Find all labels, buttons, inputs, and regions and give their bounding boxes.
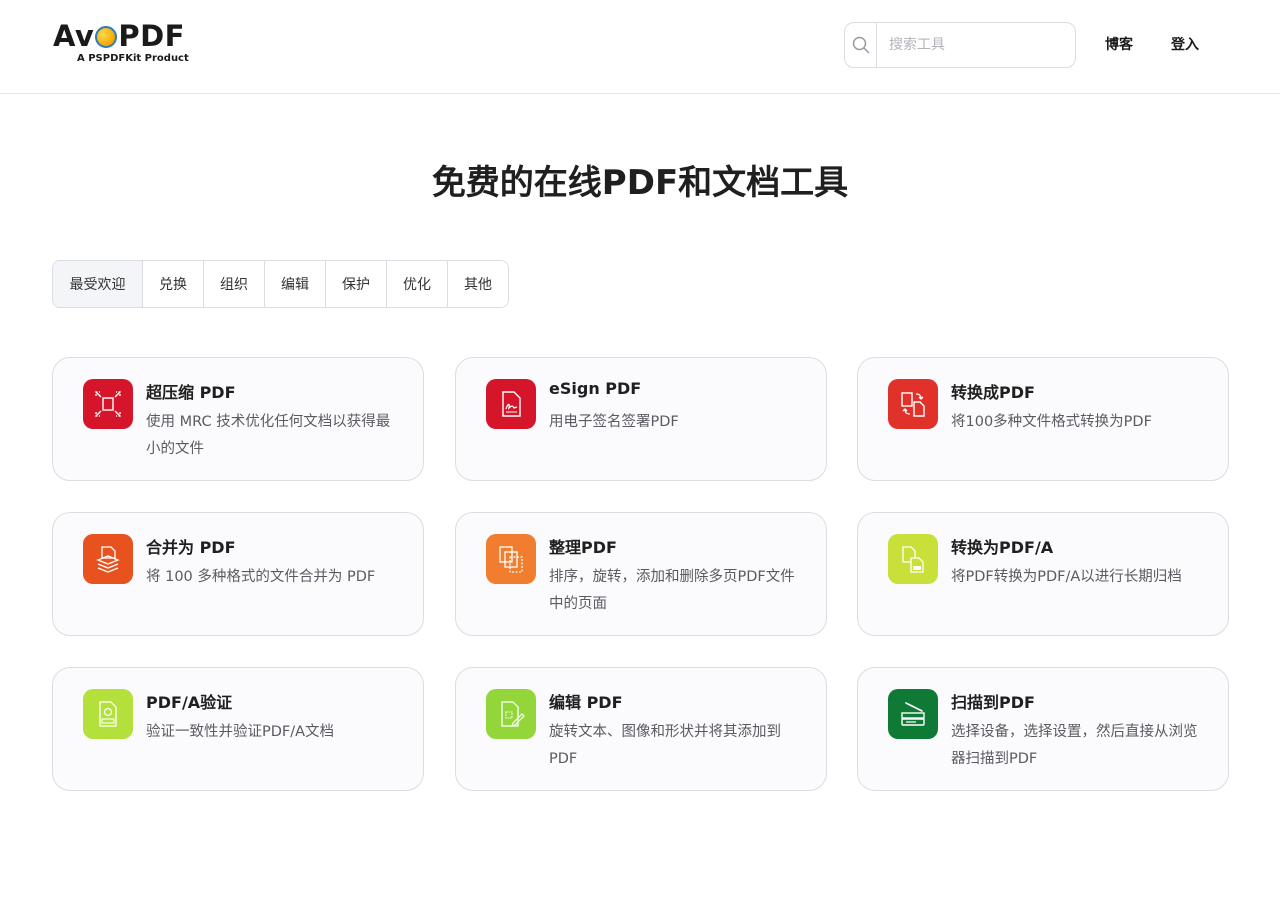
- tab-convert[interactable]: 兑换: [143, 261, 204, 307]
- tab-organize[interactable]: 组织: [204, 261, 265, 307]
- tool-card-esign[interactable]: eSign PDF 用电子签名签署PDF: [455, 357, 827, 481]
- card-description: 选择设备，选择设置，然后直接从浏览器扫描到PDF: [951, 724, 1198, 767]
- tab-edit[interactable]: 编辑: [265, 261, 326, 307]
- pdfa-validate-icon: [83, 689, 133, 739]
- tool-card-convert-to-pdf[interactable]: 转换成PDF 将100多种文件格式转换为PDF: [857, 357, 1229, 481]
- card-title: eSign PDF: [549, 379, 642, 398]
- card-description: 将100多种文件格式转换为PDF: [951, 414, 1152, 430]
- card-description: 验证一致性并验证PDF/A文档: [146, 724, 335, 740]
- tab-other[interactable]: 其他: [448, 261, 508, 307]
- tool-card-scan[interactable]: 扫描到PDF 选择设备，选择设置，然后直接从浏览器扫描到PDF: [857, 667, 1229, 791]
- card-description: 使用 MRC 技术优化任何文档以获得最小的文件: [146, 414, 391, 457]
- site-header: Av PDF A PSPDFKit Product 博客 登入: [0, 0, 1280, 94]
- card-title: 转换为PDF/A: [951, 538, 1054, 557]
- tab-protect[interactable]: 保护: [326, 261, 387, 307]
- edit-icon: [486, 689, 536, 739]
- tool-card-merge[interactable]: 合并为 PDF 将 100 多种格式的文件合并为 PDF: [52, 512, 424, 636]
- card-title: 超压缩 PDF: [146, 383, 236, 402]
- pdfa-convert-icon: [888, 534, 938, 584]
- merge-icon: [83, 534, 133, 584]
- logo-wordmark: Av PDF: [53, 20, 193, 52]
- tool-card-convert-pdfa[interactable]: 转换为PDF/A 将PDF转换为PDF/A以进行长期归档: [857, 512, 1229, 636]
- card-title: 合并为 PDF: [146, 538, 236, 557]
- card-title: 整理PDF: [549, 538, 617, 557]
- compress-icon: [83, 379, 133, 429]
- search-input[interactable]: [877, 23, 1075, 67]
- tool-card-edit[interactable]: 编辑 PDF 旋转文本、图像和形状并将其添加到 PDF: [455, 667, 827, 791]
- category-tabs: 最受欢迎 兑换 组织 编辑 保护 优化 其他: [52, 260, 509, 308]
- logo-e-icon: [95, 26, 118, 48]
- scanner-icon: [888, 689, 938, 739]
- logo-text-right: PDF: [118, 19, 185, 53]
- card-description: 排序，旋转，添加和删除多页PDF文件中的页面: [549, 569, 795, 612]
- card-title: 转换成PDF: [951, 383, 1035, 402]
- tab-optimize[interactable]: 优化: [387, 261, 448, 307]
- signature-icon: [486, 379, 536, 429]
- avepdf-logo[interactable]: Av PDF A PSPDFKit Product: [53, 20, 193, 70]
- page-title: 免费的在线PDF和文档工具: [431, 163, 849, 203]
- card-description: 用电子签名签署PDF: [549, 414, 679, 430]
- card-title: PDF/A验证: [146, 693, 233, 712]
- search-icon: [852, 36, 869, 54]
- tool-card-pdfa-validate[interactable]: PDF/A验证 验证一致性并验证PDF/A文档: [52, 667, 424, 791]
- nav-login-link[interactable]: 登入: [1171, 34, 1199, 54]
- tab-popular[interactable]: 最受欢迎: [53, 261, 143, 307]
- logo-tagline: A PSPDFKit Product: [77, 53, 189, 64]
- card-description: 将PDF转换为PDF/A以进行长期归档: [951, 569, 1182, 585]
- card-title: 编辑 PDF: [549, 693, 623, 712]
- card-description: 将 100 多种格式的文件合并为 PDF: [146, 569, 376, 585]
- logo-text-left: Av: [53, 19, 95, 53]
- search-button[interactable]: [845, 23, 877, 67]
- card-description: 旋转文本、图像和形状并将其添加到 PDF: [549, 724, 781, 767]
- card-title: 扫描到PDF: [951, 693, 1035, 712]
- convert-icon: [888, 379, 938, 429]
- organize-icon: [486, 534, 536, 584]
- nav-blog-link[interactable]: 博客: [1105, 34, 1133, 54]
- search-box: [844, 22, 1076, 68]
- tool-card-compress[interactable]: 超压缩 PDF 使用 MRC 技术优化任何文档以获得最小的文件: [52, 357, 424, 481]
- tool-card-organize[interactable]: 整理PDF 排序，旋转，添加和删除多页PDF文件中的页面: [455, 512, 827, 636]
